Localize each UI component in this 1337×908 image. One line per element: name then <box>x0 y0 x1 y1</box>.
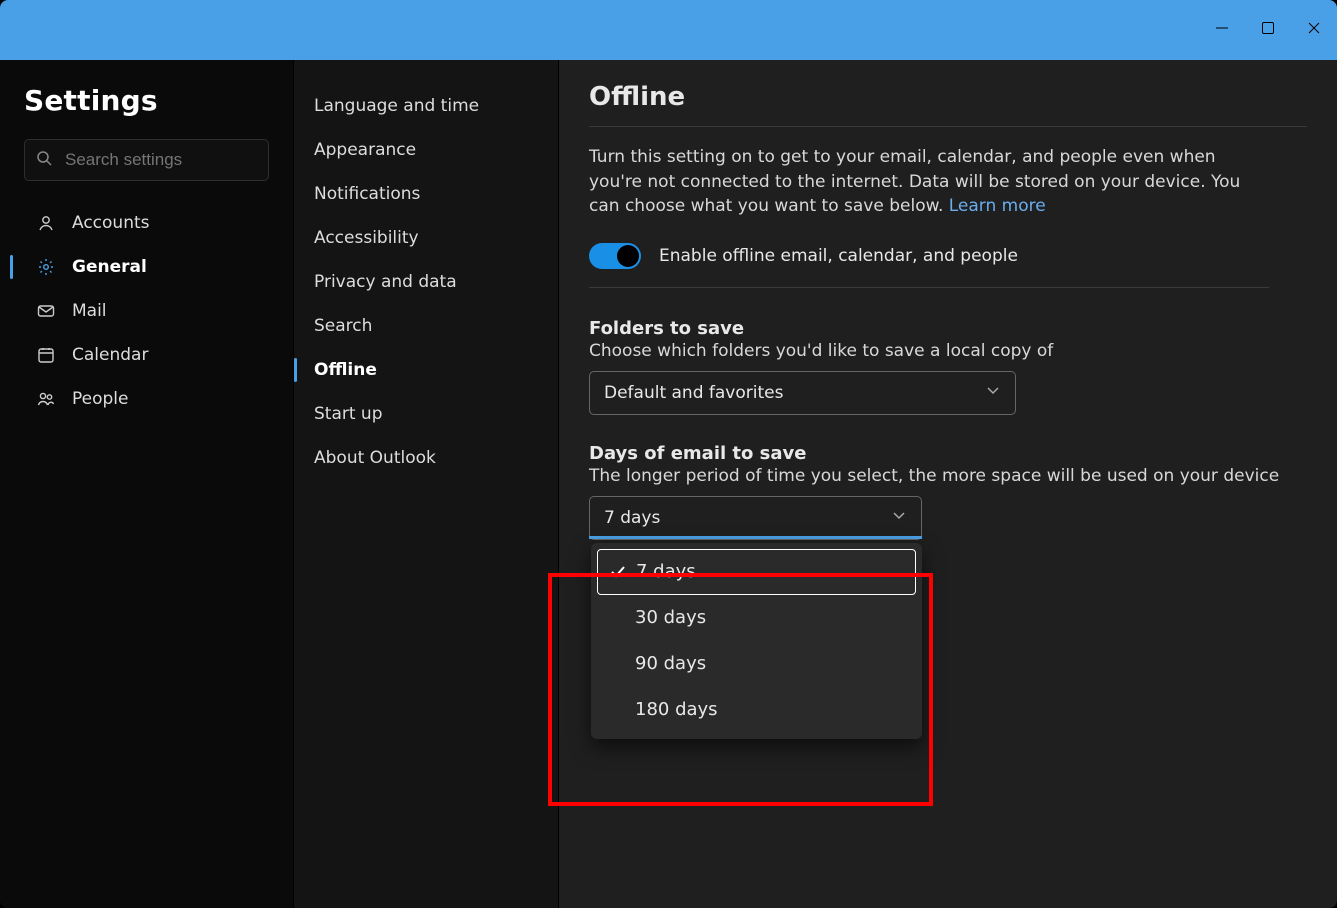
folders-title: Folders to save <box>589 318 1307 339</box>
divider <box>589 287 1269 288</box>
days-title: Days of email to save <box>589 443 1307 464</box>
calendar-icon <box>34 345 58 365</box>
divider <box>589 126 1307 127</box>
sidebar-item-label: Mail <box>72 301 107 321</box>
page-title: Offline <box>589 82 1307 112</box>
category-sidebar: Language and time Appearance Notificatio… <box>293 60 559 908</box>
days-sub: The longer period of time you select, th… <box>589 466 1307 486</box>
sidebar-item-general[interactable]: General <box>24 245 269 289</box>
days-option-180[interactable]: 180 days <box>597 687 916 733</box>
mid-item-offline[interactable]: Offline <box>294 348 558 392</box>
check-icon <box>610 564 636 580</box>
search-wrap <box>24 139 269 181</box>
mid-item-privacy-data[interactable]: Privacy and data <box>294 260 558 304</box>
titlebar <box>0 0 1337 60</box>
mid-item-startup[interactable]: Start up <box>294 392 558 436</box>
days-option-30[interactable]: 30 days <box>597 595 916 641</box>
search-icon <box>36 150 52 170</box>
toggle-knob <box>617 245 639 267</box>
close-button[interactable] <box>1291 8 1337 48</box>
mid-item-about-outlook[interactable]: About Outlook <box>294 436 558 480</box>
dropdown-focus-border <box>589 536 922 539</box>
sidebar-item-label: General <box>72 257 147 277</box>
sidebar-item-label: People <box>72 389 128 409</box>
sidebar-item-mail[interactable]: Mail <box>24 289 269 333</box>
maximize-button[interactable] <box>1245 8 1291 48</box>
mid-item-notifications[interactable]: Notifications <box>294 172 558 216</box>
days-option-7[interactable]: 7 days <box>597 549 916 595</box>
sidebar-item-calendar[interactable]: Calendar <box>24 333 269 377</box>
chevron-down-icon <box>891 507 907 528</box>
folders-dropdown[interactable]: Default and favorites <box>589 371 1016 415</box>
search-input[interactable] <box>24 139 269 181</box>
people-icon <box>34 389 58 409</box>
toggle-row: Enable offline email, calendar, and peop… <box>589 243 1307 269</box>
folders-sub: Choose which folders you'd like to save … <box>589 341 1307 361</box>
offline-description: Turn this setting on to get to your emai… <box>589 145 1269 219</box>
folders-dropdown-value: Default and favorites <box>604 383 783 403</box>
days-option-90[interactable]: 90 days <box>597 641 916 687</box>
minimize-button[interactable] <box>1199 8 1245 48</box>
days-dropdown-wrap: 7 days 7 days 30 days <box>589 496 922 540</box>
mid-item-accessibility[interactable]: Accessibility <box>294 216 558 260</box>
settings-title: Settings <box>24 84 269 117</box>
days-dropdown[interactable]: 7 days <box>589 496 922 540</box>
sidebar-item-label: Accounts <box>72 213 150 233</box>
toggle-label: Enable offline email, calendar, and peop… <box>659 246 1018 266</box>
person-icon <box>34 213 58 233</box>
days-dropdown-value: 7 days <box>604 508 660 528</box>
gear-icon <box>34 257 58 277</box>
mid-item-appearance[interactable]: Appearance <box>294 128 558 172</box>
sidebar-item-accounts[interactable]: Accounts <box>24 201 269 245</box>
mid-item-search[interactable]: Search <box>294 304 558 348</box>
mail-icon <box>34 301 58 321</box>
sidebar-item-label: Calendar <box>72 345 148 365</box>
learn-more-link[interactable]: Learn more <box>949 196 1046 216</box>
enable-offline-toggle[interactable] <box>589 243 641 269</box>
chevron-down-icon <box>985 382 1001 403</box>
settings-sidebar: Settings Accounts General <box>0 60 293 908</box>
sidebar-item-people[interactable]: People <box>24 377 269 421</box>
days-dropdown-popup: 7 days 30 days 90 days 180 days <box>591 543 922 739</box>
mid-item-language-time[interactable]: Language and time <box>294 84 558 128</box>
main-content: Offline Turn this setting on to get to y… <box>559 60 1337 908</box>
